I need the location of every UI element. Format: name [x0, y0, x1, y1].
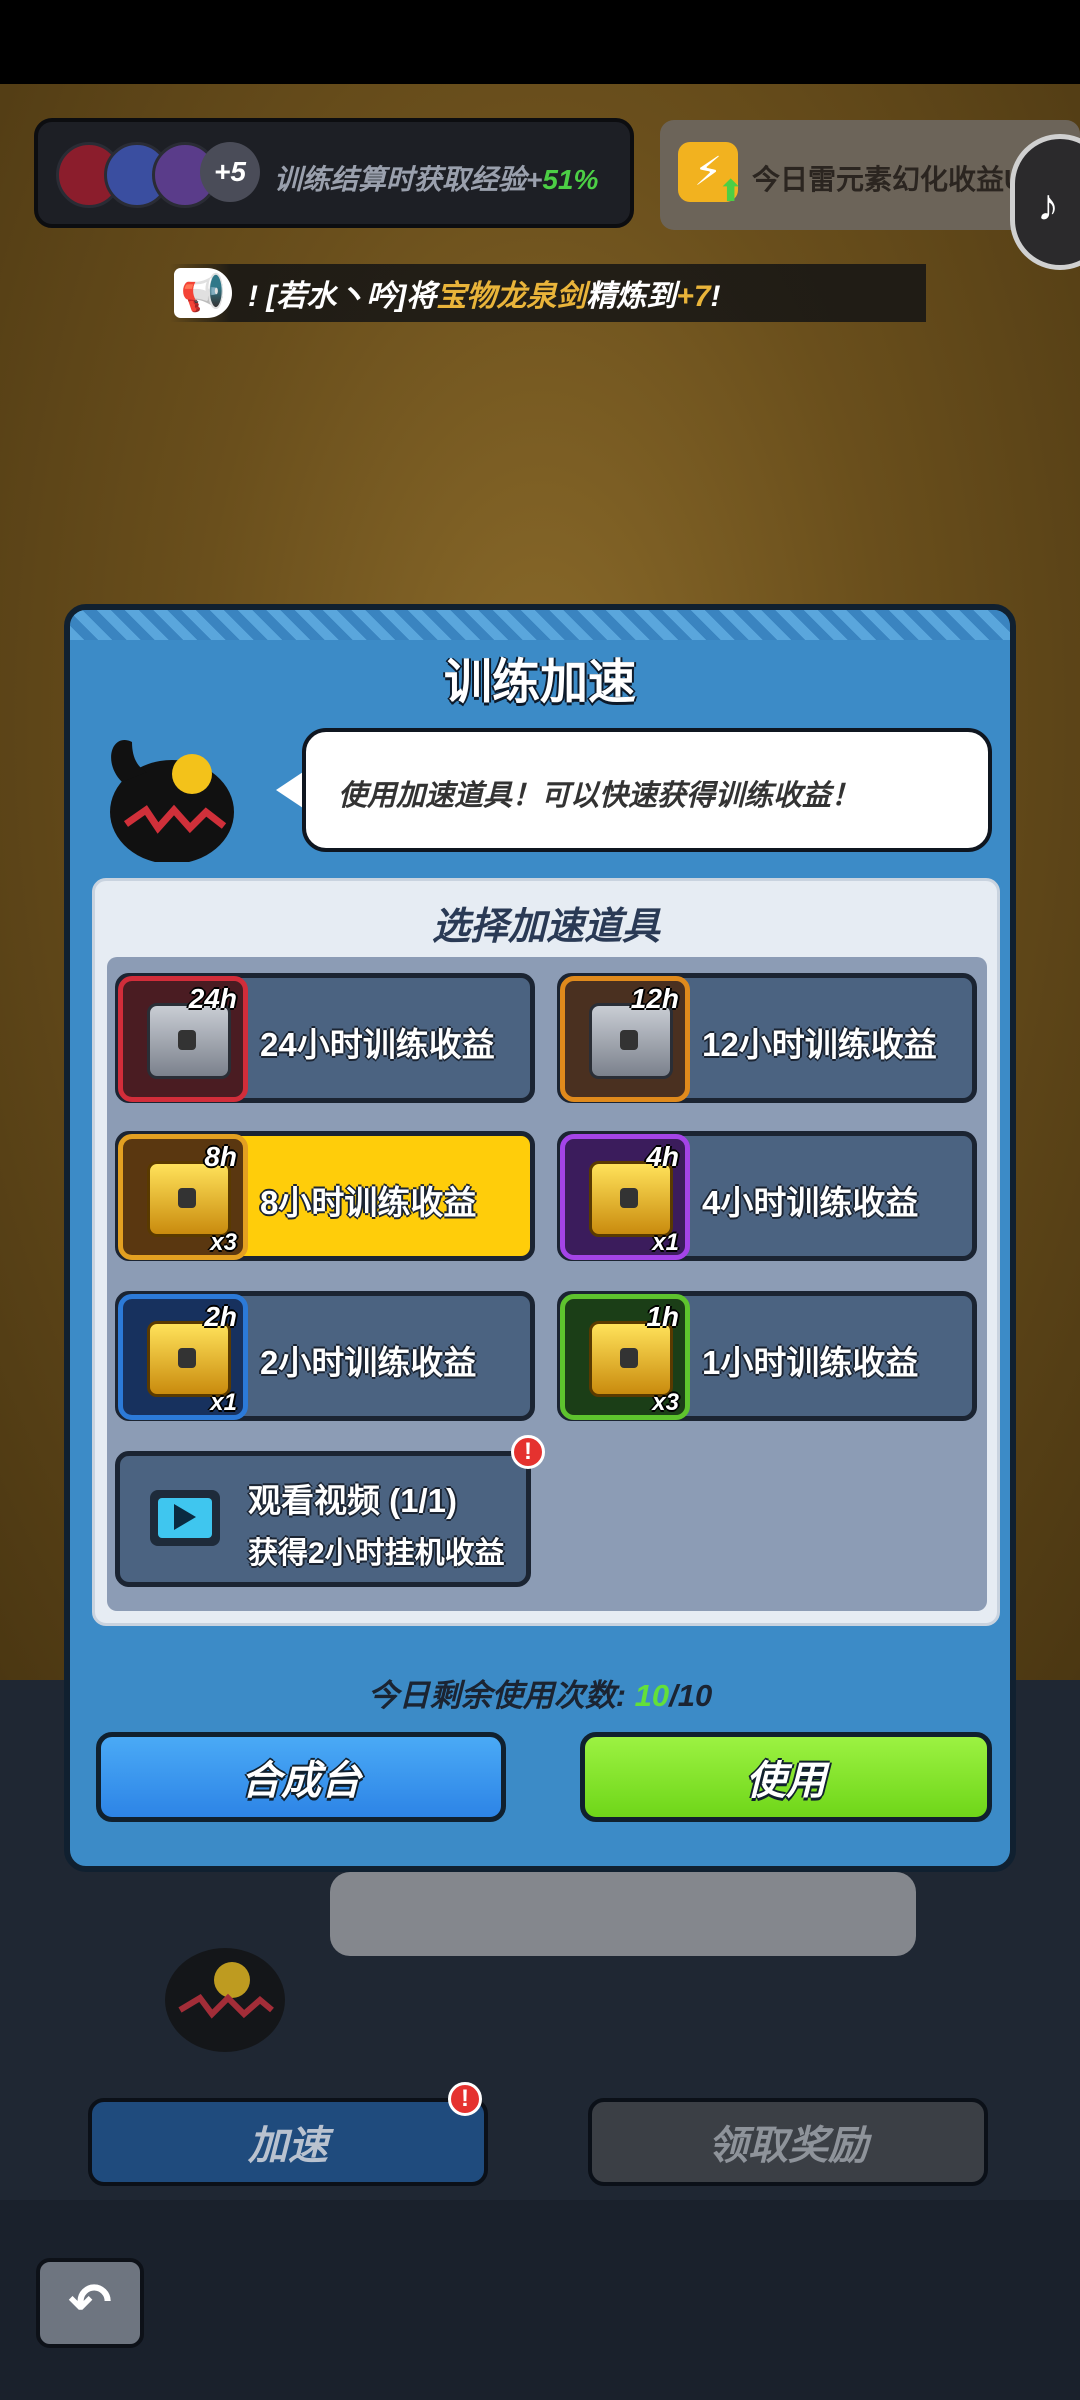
tiktok-button[interactable]: ♪: [1010, 134, 1080, 270]
accelerate-alert-badge: !: [448, 2082, 482, 2116]
item-icon-frame: 12h: [560, 976, 690, 1102]
broadcast-notice: 📢 ! [若水丶吟]将宝物龙泉剑精炼到+7!: [170, 264, 926, 322]
item-4h[interactable]: 4h x1 4小时训练收益: [557, 1131, 977, 1261]
item-icon-frame: 4h x1: [560, 1134, 690, 1260]
item-label: 24小时训练收益: [260, 1026, 495, 1063]
item-duration: 12h: [630, 983, 679, 1014]
item-selection-panel: 选择加速道具 24h 24小时训练收益 12h 12小时训练收益 8h x3 8…: [92, 878, 1000, 1626]
avatar-more-count: +5: [200, 142, 260, 202]
crafting-table-button[interactable]: 合成台: [96, 1732, 506, 1822]
item-duration: 4h: [646, 1141, 679, 1172]
megaphone-icon: 📢: [174, 268, 232, 318]
video-title: 观看视频 (1/1): [248, 1482, 458, 1519]
item-duration: 1h: [646, 1301, 679, 1332]
status-bar: [0, 0, 1080, 84]
item-label: 8小时训练收益: [260, 1184, 477, 1221]
accelerate-button[interactable]: 加速: [88, 2098, 488, 2186]
underlay-speech-bubble: [330, 1872, 916, 1956]
exp-bonus-label: 训练结算时获取经验+: [274, 164, 543, 195]
remaining-label: 今日剩余使用次数:: [367, 1678, 635, 1713]
up-arrow-icon: ⬆: [718, 175, 744, 208]
item-label: 2小时训练收益: [260, 1344, 477, 1381]
item-quantity: x1: [652, 1229, 679, 1256]
video-subtitle: 获得2小时挂机收益: [248, 1537, 505, 1570]
video-alert-badge: !: [511, 1435, 545, 1469]
broadcast-text: ! [若水丶吟]将宝物龙泉剑精炼到+7!: [248, 271, 721, 315]
remaining-total: /10: [669, 1678, 713, 1713]
team-avatars: +5: [56, 142, 260, 208]
item-quantity: x1: [210, 1389, 237, 1416]
item-duration: 2h: [204, 1301, 237, 1332]
item-icon-frame: 24h: [118, 976, 248, 1102]
training-accelerate-dialog: 训练加速 使用加速道具！可以快速获得训练收益！ 选择加速道具 24h 24小时训…: [64, 604, 1016, 1872]
item-8h[interactable]: 8h x3 8小时训练收益: [115, 1131, 535, 1261]
back-arrow-icon: ↶: [68, 2274, 112, 2332]
notice-item: 宝物龙泉剑: [436, 280, 587, 313]
dialog-header-pattern: [70, 610, 1010, 640]
item-label: 4小时训练收益: [702, 1184, 919, 1221]
watch-video-button[interactable]: 观看视频 (1/1) 获得2小时挂机收益: [115, 1451, 531, 1587]
claim-reward-button[interactable]: 领取奖励: [588, 2098, 988, 2186]
item-24h[interactable]: 24h 24小时训练收益: [115, 973, 535, 1103]
item-duration: 24h: [188, 983, 237, 1014]
item-icon-frame: 1h x3: [560, 1294, 690, 1420]
tiktok-icon: ♪: [1037, 181, 1059, 230]
item-grid: 24h 24小时训练收益 12h 12小时训练收益 8h x3 8小时训练收益 …: [107, 957, 987, 1611]
panel-title: 选择加速道具: [431, 906, 660, 948]
item-1h[interactable]: 1h x3 1小时训练收益: [557, 1291, 977, 1421]
notice-middle: 精炼到: [586, 280, 677, 313]
remaining-uses: 今日剩余使用次数: 10/10: [70, 1670, 1010, 1715]
exp-bonus-text: 训练结算时获取经验+51%: [274, 158, 598, 198]
item-quantity: x3: [210, 1229, 237, 1256]
video-play-icon: [150, 1490, 220, 1546]
use-button[interactable]: 使用: [580, 1732, 992, 1822]
item-duration: 8h: [204, 1141, 237, 1172]
item-quantity: x3: [652, 1389, 679, 1416]
speech-bubble: 使用加速道具！可以快速获得训练收益！: [302, 728, 992, 852]
notice-suffix: !: [710, 280, 721, 313]
item-label: 12小时训练收益: [702, 1026, 937, 1063]
notice-prefix: ! [若水丶吟]将: [248, 280, 437, 313]
item-2h[interactable]: 2h x1 2小时训练收益: [115, 1291, 535, 1421]
exp-bonus-banner[interactable]: +5 训练结算时获取经验+51%: [34, 118, 634, 228]
underlay-mascot-icon: [165, 1948, 285, 2052]
remaining-current: 10: [634, 1678, 670, 1713]
mascot-icon: [110, 740, 234, 862]
item-icon-frame: 2h x1: [118, 1294, 248, 1420]
speech-bubble-text: 使用加速道具！可以快速获得训练收益！: [338, 780, 861, 812]
item-icon-frame: 8h x3: [118, 1134, 248, 1260]
footer-bar: [0, 2200, 1080, 2400]
item-label: 1小时训练收益: [702, 1344, 919, 1381]
item-12h[interactable]: 12h 12小时训练收益: [557, 973, 977, 1103]
notice-level: +7: [676, 280, 711, 313]
exp-bonus-percent: 51%: [542, 164, 599, 195]
element-bonus-text: 今日雷元素幻化收益UP: [752, 164, 1043, 195]
back-button[interactable]: ↶: [36, 2258, 144, 2348]
